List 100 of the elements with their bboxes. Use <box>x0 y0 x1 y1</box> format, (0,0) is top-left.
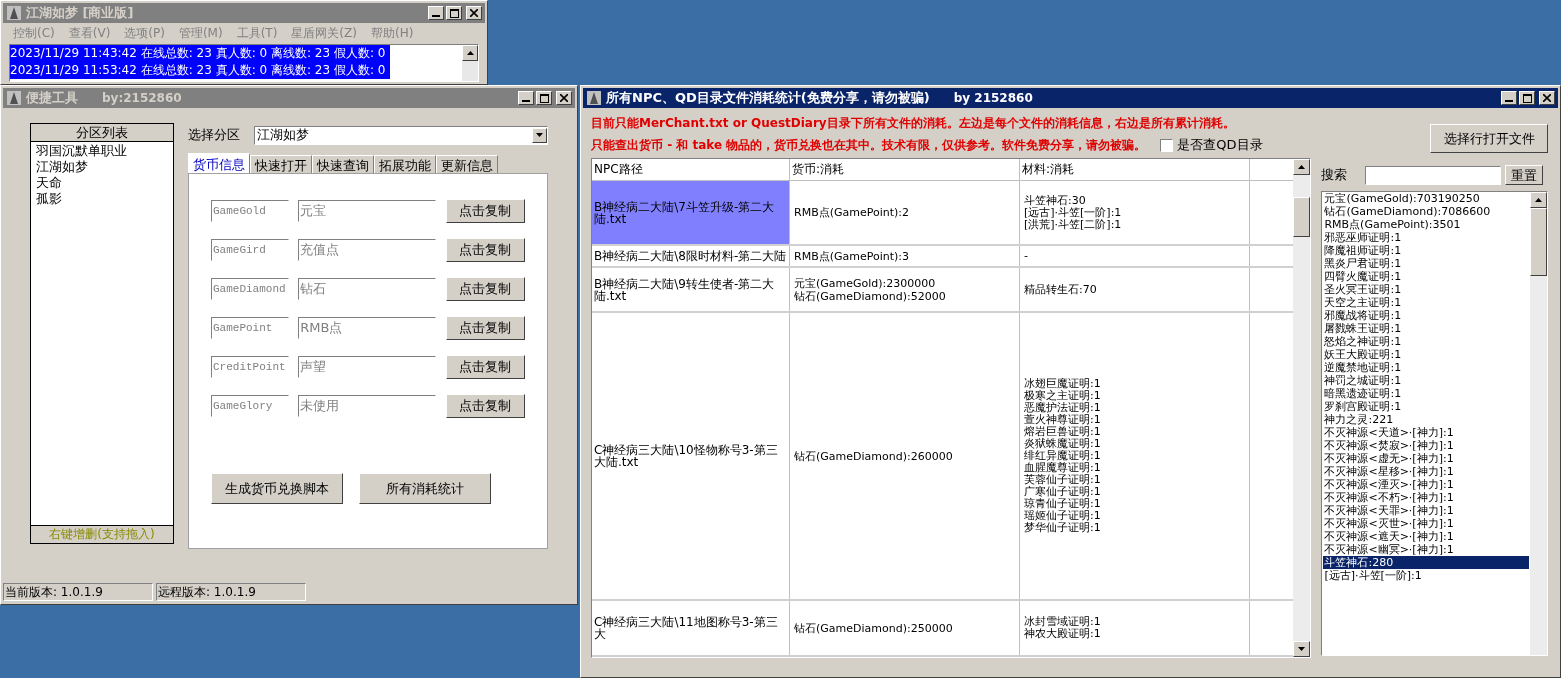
code-field[interactable]: CreditPoint <box>211 356 290 378</box>
total-item[interactable]: 屠戮蛛王证明:1 <box>1323 322 1529 335</box>
name-field[interactable]: 元宝 <box>298 200 436 222</box>
maximize-button[interactable] <box>1519 91 1535 105</box>
name-field[interactable]: 未使用 <box>298 395 436 417</box>
code-field[interactable]: GameDiamond <box>211 278 290 300</box>
total-item[interactable]: 怒焰之神证明:1 <box>1323 335 1529 348</box>
name-field[interactable]: 充值点 <box>298 239 436 261</box>
total-item[interactable]: 斗笠神石:280 <box>1323 556 1529 569</box>
path-cell: B神经病二大陆\8限时材料-第二大陆 <box>592 246 790 266</box>
code-field[interactable]: GameGird <box>211 239 290 261</box>
total-item[interactable]: 不灭神源<焚寂>·[神力]:1 <box>1323 439 1529 452</box>
total-item[interactable]: 罗刹宫殿证明:1 <box>1323 400 1529 413</box>
total-item[interactable]: RMB点(GamePoint):3501 <box>1323 218 1529 231</box>
total-item[interactable]: 不灭神源<不朽>·[神力]:1 <box>1323 491 1529 504</box>
copy-button[interactable]: 点击复制 <box>445 355 525 379</box>
partition-select[interactable]: 江湖如梦 <box>254 125 548 145</box>
maximize-icon <box>539 93 549 103</box>
copy-button[interactable]: 点击复制 <box>445 199 525 223</box>
total-item[interactable]: 不灭神源<天罪>·[神力]:1 <box>1323 504 1529 517</box>
total-item[interactable]: 神力之灵:221 <box>1323 413 1529 426</box>
close-button[interactable] <box>556 91 572 105</box>
list-item[interactable]: 江湖如梦 <box>36 159 168 175</box>
copy-button[interactable]: 点击复制 <box>445 277 525 301</box>
action-button[interactable]: 生成货币兑换脚本 <box>211 473 343 504</box>
total-item[interactable]: 邪恶巫师证明:1 <box>1323 231 1529 244</box>
table-row[interactable]: B神经病二大陆\7斗笠升级-第二大陆.txt RMB点(GamePoint):2 斗笠神石:30 [远古]·斗笠[一阶]:1 [洪荒]·斗笠[二阶]:1 <box>592 181 1294 246</box>
total-item[interactable]: 元宝(GameGold):703190250 <box>1323 192 1529 205</box>
scroll-thumb[interactable] <box>1293 197 1311 237</box>
qd-checkbox[interactable]: 是否查QD目录 <box>1160 135 1263 155</box>
name-field[interactable]: 钻石 <box>298 278 436 300</box>
total-item[interactable]: 黑炎尸君证明:1 <box>1323 257 1529 270</box>
tab[interactable]: 快速打开 <box>250 155 312 173</box>
minimize-button[interactable] <box>1501 91 1517 105</box>
total-item[interactable]: 降魔祖师证明:1 <box>1323 244 1529 257</box>
list-item[interactable]: 天命 <box>36 175 168 191</box>
table-row[interactable]: B神经病二大陆\8限时材料-第二大陆 RMB点(GamePoint):3 - <box>592 246 1294 268</box>
total-item[interactable]: 不灭神源<星移>·[神力]:1 <box>1323 465 1529 478</box>
column-header: 货币:消耗 <box>790 159 1020 180</box>
total-item[interactable]: 四臂火魔证明:1 <box>1323 270 1529 283</box>
list-item[interactable]: 孤影 <box>36 191 168 207</box>
search-field[interactable] <box>1365 165 1502 185</box>
minimize-button[interactable] <box>428 6 444 20</box>
maximize-button[interactable] <box>536 91 552 105</box>
total-item[interactable]: 钻石(GameDiamond):7086600 <box>1323 205 1529 218</box>
open-file-button[interactable]: 选择行打开文件 <box>1430 124 1548 153</box>
materials-cell: 精品转生石:70 <box>1020 268 1250 311</box>
copy-button[interactable]: 点击复制 <box>445 238 525 262</box>
reset-button[interactable]: 重置 <box>1505 165 1544 185</box>
close-icon <box>560 94 568 102</box>
close-button[interactable] <box>466 6 482 20</box>
minimize-icon <box>522 100 530 102</box>
total-item[interactable]: 逆魔禁地证明:1 <box>1323 361 1529 374</box>
table-row[interactable]: C神经病三大陆\11地图称号3-第三大 钻石(GameDiamond):250000 冰封雪域证明:1 神农大殿证明:1 <box>592 601 1294 657</box>
total-item[interactable]: 不灭神源<湮灭>·[神力]:1 <box>1323 478 1529 491</box>
checkbox[interactable] <box>1160 138 1174 152</box>
total-item[interactable]: 神罚之城证明:1 <box>1323 374 1529 387</box>
path-cell: B神经病二大陆\7斗笠升级-第二大陆.txt <box>592 181 790 244</box>
list-item[interactable]: 羽国沉默单职业 <box>36 143 168 159</box>
name-field[interactable]: RMB点 <box>298 317 436 339</box>
app-icon <box>6 90 22 106</box>
tab[interactable]: 拓展功能 <box>374 155 436 173</box>
maximize-button[interactable] <box>446 6 462 20</box>
list-header: 分区列表 <box>31 124 173 142</box>
total-item[interactable]: 暗黑遗迹证明:1 <box>1323 387 1529 400</box>
name-field[interactable]: 声望 <box>298 356 436 378</box>
code-field[interactable]: GamePoint <box>211 317 290 339</box>
dropdown-icon <box>536 133 543 137</box>
total-item[interactable]: 不灭神源<虚无>·[神力]:1 <box>1323 452 1529 465</box>
code-field[interactable]: GameGold <box>211 200 290 222</box>
copy-button[interactable]: 点击复制 <box>445 316 525 340</box>
total-item[interactable]: 不灭神源<天道>·[神力]:1 <box>1323 426 1529 439</box>
close-button[interactable] <box>1539 91 1555 105</box>
total-item[interactable]: 不灭神源<遮天>·[神力]:1 <box>1323 530 1529 543</box>
total-item[interactable]: 不灭神源<幽冥>·[神力]:1 <box>1323 543 1529 556</box>
window-title: 江湖如梦 [商业版] <box>26 4 134 23</box>
total-item[interactable]: [远古]·斗笠[一阶]:1 <box>1323 569 1529 582</box>
select-label: 选择分区 <box>188 126 240 145</box>
total-item[interactable]: 妖王大殿证明:1 <box>1323 348 1529 361</box>
app-icon <box>6 5 22 21</box>
minimize-button[interactable] <box>518 91 534 105</box>
scroll-thumb[interactable] <box>1530 208 1547 276</box>
currency-cell: RMB点(GamePoint):2 <box>790 181 1020 244</box>
total-item[interactable]: 天空之主证明:1 <box>1323 296 1529 309</box>
status-pane: 远程版本: 1.0.1.9 <box>156 583 306 601</box>
total-item[interactable]: 圣火冥王证明:1 <box>1323 283 1529 296</box>
action-button[interactable]: 所有消耗统计 <box>359 473 491 504</box>
maximize-icon <box>449 8 459 18</box>
tab[interactable]: 快速查询 <box>312 155 374 173</box>
minimize-icon <box>432 15 440 17</box>
total-item[interactable]: 不灭神源<灭世>·[神力]:1 <box>1323 517 1529 530</box>
tab[interactable]: 货币信息 <box>188 153 250 173</box>
minimize-icon <box>1505 100 1513 102</box>
path-cell: B神经病二大陆\9转生使者-第二大陆.txt <box>592 268 790 311</box>
materials-cell: - <box>1020 246 1250 266</box>
tab[interactable]: 更新信息 <box>436 155 498 173</box>
code-field[interactable]: GameGlory <box>211 395 290 417</box>
table-row[interactable]: B神经病二大陆\9转生使者-第二大陆.txt 元宝(GameGold):2300000 钻石(GameDiamond):52000 精品转生石:70 <box>592 268 1294 313</box>
copy-button[interactable]: 点击复制 <box>445 394 525 418</box>
total-item[interactable]: 邪魔战将证明:1 <box>1323 309 1529 322</box>
